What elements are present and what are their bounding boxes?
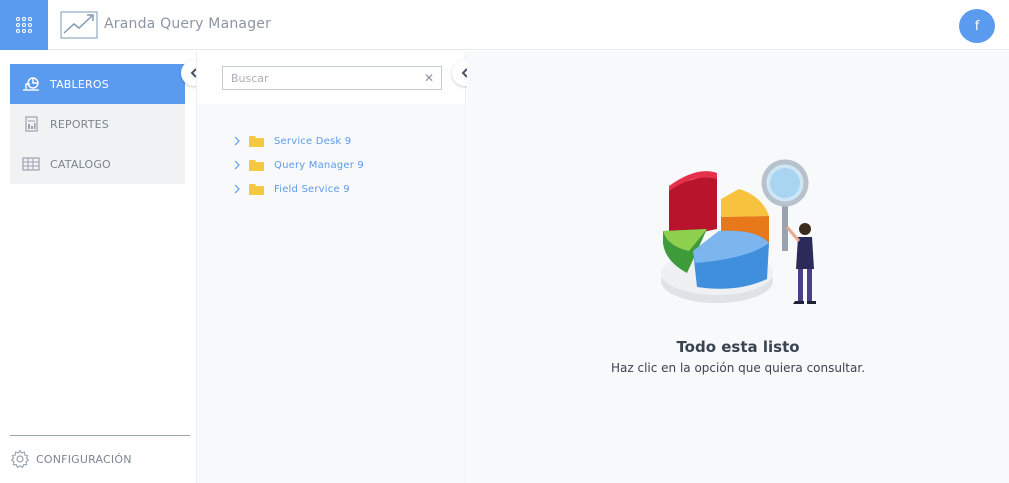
app-title: Aranda Query Manager <box>104 16 272 32</box>
dashboard-icon <box>23 77 39 91</box>
folder-icon <box>249 136 264 147</box>
empty-state-title: Todo esta listo <box>676 338 800 356</box>
configuration-label: CONFIGURACIÓN <box>36 452 132 466</box>
clear-search-icon[interactable]: ✕ <box>424 71 434 85</box>
chevron-right-icon[interactable] <box>233 160 241 170</box>
gear-icon <box>10 449 30 469</box>
folder-tree: Service Desk 9 Query Manager 9 Field Ser… <box>233 129 364 201</box>
search-bar: ✕ <box>197 51 465 104</box>
app-logo-icon <box>60 11 98 39</box>
tree-item-label: Query Manager 9 <box>274 159 364 171</box>
divider <box>10 435 190 436</box>
apps-menu-button[interactable] <box>0 0 48 50</box>
sidebar: TABLEROS REPORTES CATALOGO CONFIGURACIÓN <box>0 51 195 483</box>
sidebar-item-catalogo[interactable]: CATALOGO <box>10 144 185 184</box>
sidebar-item-reportes[interactable]: REPORTES <box>10 104 185 144</box>
chevron-right-icon[interactable] <box>233 184 241 194</box>
sidebar-item-label: TABLEROS <box>50 77 109 91</box>
tree-item-query-manager[interactable]: Query Manager 9 <box>233 153 364 177</box>
catalog-icon <box>22 157 40 171</box>
user-avatar[interactable]: f <box>959 9 995 43</box>
tree-item-field-service[interactable]: Field Service 9 <box>233 177 364 201</box>
sidebar-nav: TABLEROS REPORTES CATALOGO <box>10 64 185 184</box>
empty-state-subtitle: Haz clic en la opción que quiera consult… <box>610 361 866 375</box>
report-icon <box>25 116 38 132</box>
search-input[interactable] <box>223 67 413 90</box>
configuration-button[interactable]: CONFIGURACIÓN <box>10 449 132 469</box>
main-content: Todo esta listo Haz clic en la opción qu… <box>467 51 1009 483</box>
search-box: ✕ <box>222 66 442 90</box>
tree-item-service-desk[interactable]: Service Desk 9 <box>233 129 364 153</box>
sidebar-item-label: REPORTES <box>50 117 109 131</box>
folder-icon <box>249 160 264 171</box>
sidebar-item-tableros[interactable]: TABLEROS <box>10 64 185 104</box>
chevron-right-icon[interactable] <box>233 136 241 146</box>
sidebar-item-label: CATALOGO <box>50 157 111 171</box>
folder-icon <box>249 184 264 195</box>
pie-chart-magnifier-illustration <box>661 159 816 304</box>
tree-panel: ✕ Service Desk 9 Query Manager 9 Field S… <box>196 51 466 483</box>
tree-item-label: Field Service 9 <box>274 183 350 195</box>
top-bar: Aranda Query Manager f <box>0 0 1009 50</box>
apps-grid-icon <box>16 17 32 33</box>
tree-item-label: Service Desk 9 <box>274 135 352 147</box>
